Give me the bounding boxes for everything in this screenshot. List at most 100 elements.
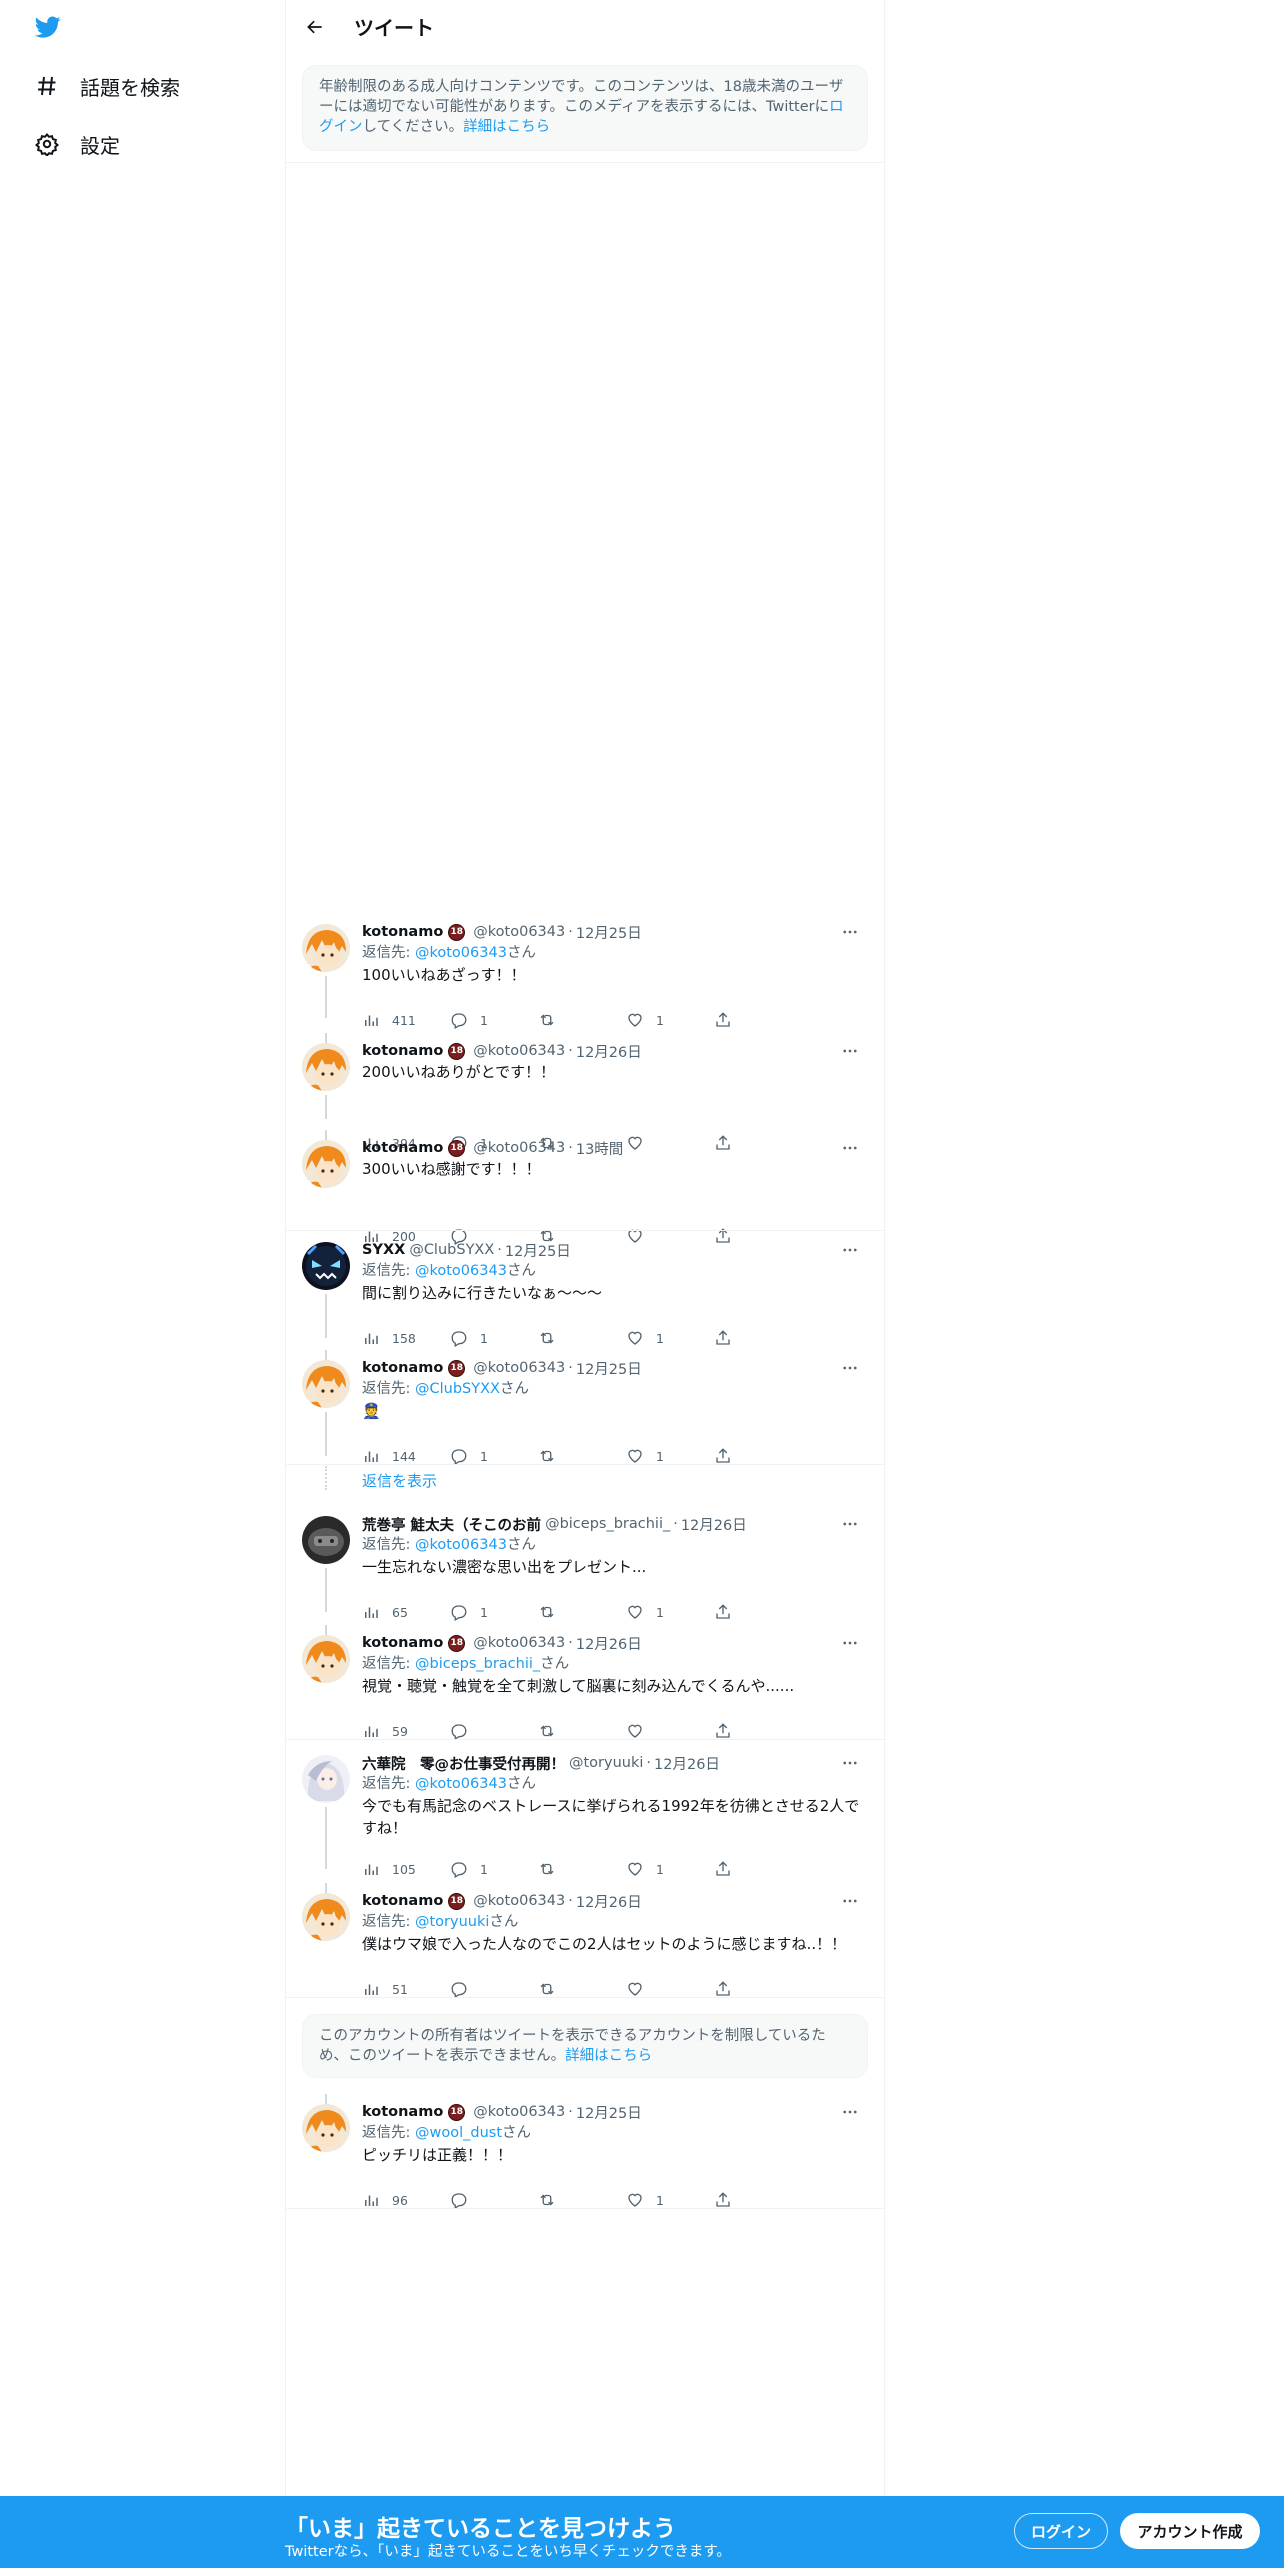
avatar[interactable] [302,1242,350,1290]
user-handle[interactable]: @koto06343 [473,1360,565,1376]
nav-settings[interactable]: 設定 [34,124,120,164]
user-handle[interactable]: @koto06343 [473,2104,565,2120]
like-button[interactable]: 1 [626,1326,714,1350]
reply-button[interactable]: 1 [450,1008,538,1032]
display-name[interactable]: kotonamo [362,1140,443,1156]
tweet-date[interactable]: 12月25日 [505,1240,571,1261]
reply-to-handle[interactable]: @koto06343 [415,1263,507,1279]
tweet-date[interactable]: 12月26日 [576,1633,642,1654]
display-name[interactable]: kotonamo [362,1635,443,1651]
avatar[interactable] [302,1043,350,1091]
reply-to-handle[interactable]: @biceps_brachii_ [415,1656,540,1672]
views-button[interactable]: 158 [362,1326,450,1350]
more-icon[interactable] [838,1041,862,1061]
tweet[interactable]: 六華院 零@お仕事受付再開！ @toryuuki · 12月26日 返信先: @… [286,1745,884,1878]
tweet-content: 荒巻亭 鮭太夫（そこのお前 @biceps_brachii_ · 12月26日 … [362,1514,862,1578]
tweet[interactable]: kotonamo 18 @koto06343 · 12月26日 返信先: @to… [286,1883,884,1998]
retweet-button[interactable] [538,1857,626,1881]
tweet[interactable]: SYXX @ClubSYXX · 12月25日 返信先: @koto06343さ… [286,1232,884,1347]
share-button[interactable] [714,1008,802,1032]
tweet[interactable]: kotonamo 18 @koto06343 · 12月25日 返信先: @wo… [286,2094,884,2209]
reply-prefix: 返信先: [362,1537,415,1553]
share-button[interactable] [714,1326,802,1350]
tweet[interactable]: 荒巻亭 鮭太夫（そこのお前 @biceps_brachii_ · 12月26日 … [286,1506,884,1621]
tweet-date[interactable]: 12月26日 [576,1891,642,1912]
reply-button[interactable]: 1 [450,1600,538,1624]
retweet-button[interactable] [538,1326,626,1350]
tweet-date[interactable]: 12月25日 [576,1358,642,1379]
user-handle[interactable]: @koto06343 [473,1893,565,1909]
tweet[interactable]: kotonamo 18 @koto06343 · 12月26日 200いいねあり… [286,1033,884,1152]
display-name[interactable]: kotonamo [362,2104,443,2120]
more-icon[interactable] [838,1138,862,1158]
user-handle[interactable]: @toryuuki [569,1755,643,1771]
signup-button[interactable]: アカウント作成 [1120,2513,1260,2549]
more-icon[interactable] [838,1633,862,1653]
user-handle[interactable]: @koto06343 [473,1635,565,1651]
reply-button[interactable]: 1 [450,1326,538,1350]
display-name[interactable]: 荒巻亭 鮭太夫（そこのお前 [362,1514,541,1535]
retweet-button[interactable] [538,1600,626,1624]
avatar[interactable] [302,1516,350,1564]
login-button[interactable]: ログイン [1014,2513,1108,2549]
avatar[interactable] [302,2104,350,2152]
reply-to-handle[interactable]: @toryuuki [415,1914,489,1930]
back-arrow-icon[interactable] [298,10,332,44]
like-button[interactable]: 1 [626,1008,714,1032]
tweet-date[interactable]: 13時間 [576,1138,623,1159]
more-icon[interactable] [838,1753,862,1773]
reply-to-handle[interactable]: @wool_dust [415,2125,502,2141]
tweet[interactable]: kotonamo 18 @koto06343 · 12月25日 返信先: @ko… [286,914,884,1029]
display-name[interactable]: kotonamo [362,1893,443,1909]
avatar[interactable] [302,924,350,972]
views-button[interactable]: 65 [362,1600,450,1624]
avatar[interactable] [302,1755,350,1803]
more-icon[interactable] [838,1891,862,1911]
nav-explore[interactable]: 話題を検索 [34,66,180,106]
views-button[interactable]: 411 [362,1008,450,1032]
like-button[interactable]: 1 [626,1857,714,1881]
share-button[interactable] [714,1857,802,1881]
display-name[interactable]: kotonamo [362,1043,443,1059]
reply-to-handle[interactable]: @koto06343 [415,1776,507,1792]
display-name[interactable]: 六華院 零@お仕事受付再開！ [362,1753,565,1774]
show-replies-link[interactable]: 返信を表示 [362,1470,437,1491]
like-button[interactable]: 1 [626,1600,714,1624]
reply-button[interactable]: 1 [450,1857,538,1881]
restricted-details-link[interactable]: 詳細はこちら [565,2048,652,2064]
user-handle[interactable]: @ClubSYXX [409,1242,494,1258]
tweet-header: kotonamo 18 @koto06343 · 12月26日 [362,1041,862,1061]
more-icon[interactable] [838,922,862,942]
user-handle[interactable]: @koto06343 [473,1140,565,1156]
avatar[interactable] [302,1360,350,1408]
tweet-date[interactable]: 12月26日 [654,1753,720,1774]
reply-to-handle[interactable]: @ClubSYXX [415,1381,500,1397]
user-handle[interactable]: @koto06343 [473,924,565,940]
tweet[interactable]: kotonamo 18 @koto06343 · 12月26日 返信先: @bi… [286,1625,884,1740]
tweet-date[interactable]: 12月26日 [576,1041,642,1062]
reply-to-handle[interactable]: @koto06343 [415,945,507,961]
tweet-date[interactable]: 12月26日 [681,1514,747,1535]
more-icon[interactable] [838,1514,862,1534]
more-icon[interactable] [838,1358,862,1378]
avatar[interactable] [302,1140,350,1188]
tweet-date[interactable]: 12月25日 [576,2102,642,2123]
user-handle[interactable]: @biceps_brachii_ [545,1516,670,1532]
tweet[interactable]: kotonamo 18 @koto06343 · 12月25日 返信先: @Cl… [286,1350,884,1465]
avatar[interactable] [302,1635,350,1683]
user-handle[interactable]: @koto06343 [473,1043,565,1059]
details-link[interactable]: 詳細はこちら [463,119,550,135]
twitter-bird-icon[interactable] [33,14,63,40]
tweet[interactable]: kotonamo 18 @koto06343 · 13時間 300いいね感謝です… [286,1130,884,1245]
display-name[interactable]: kotonamo [362,924,443,940]
share-button[interactable] [714,1600,802,1624]
more-icon[interactable] [838,2102,862,2122]
retweet-button[interactable] [538,1008,626,1032]
reply-to-handle[interactable]: @koto06343 [415,1537,507,1553]
display-name[interactable]: kotonamo [362,1360,443,1376]
more-icon[interactable] [838,1240,862,1260]
display-name[interactable]: SYXX [362,1242,405,1258]
tweet-date[interactable]: 12月25日 [576,922,642,943]
avatar[interactable] [302,1893,350,1941]
views-button[interactable]: 105 [362,1857,450,1881]
